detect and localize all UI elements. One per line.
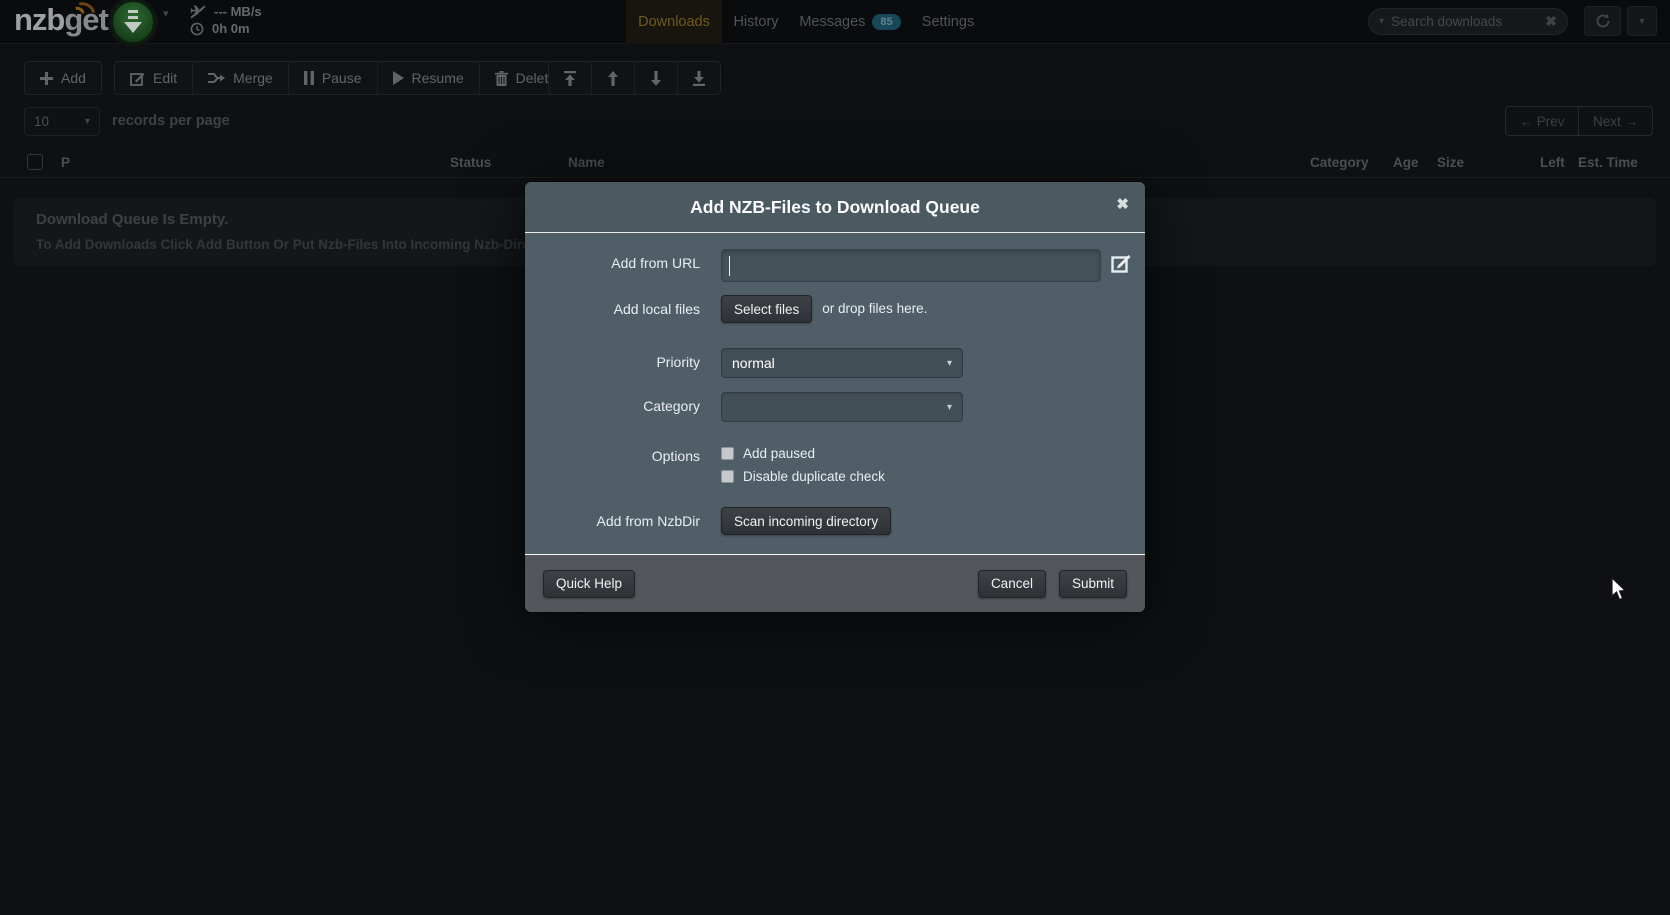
clock-icon <box>190 22 204 36</box>
column-header-category[interactable]: Category <box>1310 155 1369 170</box>
priority-label: Priority <box>525 348 700 370</box>
edit-icon <box>130 71 145 86</box>
airplane-off-icon: ✈ <box>190 4 206 19</box>
disable-duplicate-check-checkbox[interactable] <box>721 470 734 483</box>
time-left-value: 0h 0m <box>212 21 250 36</box>
edit-button[interactable]: Edit <box>115 62 193 94</box>
nzbdir-label: Add from NzbDir <box>525 507 700 529</box>
modal-header: Add NZB-Files to Download Queue ✖ <box>525 182 1145 233</box>
add-paused-label: Add paused <box>743 446 815 461</box>
plus-icon <box>40 72 53 85</box>
column-header-left[interactable]: Left <box>1540 155 1565 170</box>
options-label: Options <box>525 444 700 464</box>
records-per-page-select[interactable]: 10 ▾ <box>24 107 100 136</box>
add-paused-checkbox[interactable] <box>721 447 734 460</box>
records-per-page-label: records per page <box>112 113 230 129</box>
search-input[interactable] <box>1391 14 1538 29</box>
toolbar-group-move <box>548 61 721 95</box>
move-down-button[interactable] <box>635 62 678 94</box>
close-icon[interactable]: ✖ <box>1116 195 1129 213</box>
column-header-age[interactable]: Age <box>1393 155 1419 170</box>
disable-duplicate-check-label: Disable duplicate check <box>743 469 885 484</box>
refresh-button[interactable] <box>1584 6 1621 36</box>
merge-button[interactable]: Merge <box>193 62 289 94</box>
refresh-icon <box>1595 13 1611 29</box>
column-header-priority[interactable]: P <box>61 155 70 170</box>
merge-icon <box>208 71 225 85</box>
app-logo: nzbget <box>14 2 108 38</box>
caret-down-icon: ▾ <box>947 358 952 369</box>
column-header-est-time[interactable]: Est. Time <box>1578 155 1638 170</box>
quick-help-button[interactable]: Quick Help <box>543 570 635 598</box>
pager: ← Prev Next → <box>1505 106 1653 136</box>
speed-value: --- MB/s <box>214 4 262 19</box>
cancel-button[interactable]: Cancel <box>978 570 1046 598</box>
arrow-down-bar-icon <box>692 71 706 86</box>
status-line: ✈ --- MB/s 0h 0m <box>190 3 360 37</box>
column-header-status[interactable]: Status <box>450 155 491 170</box>
submit-button[interactable]: Submit <box>1059 570 1127 598</box>
toolbar-group-add: Add <box>24 61 102 95</box>
messages-count-badge: 85 <box>872 14 900 30</box>
download-menu-button[interactable] <box>110 0 156 45</box>
tab-history[interactable]: History <box>727 0 785 44</box>
column-header-size[interactable]: Size <box>1437 155 1464 170</box>
logo-text: nzb <box>14 2 64 37</box>
queue-table-header: P Status Name Category Age Size Left Est… <box>0 148 1670 178</box>
category-label: Category <box>525 392 700 414</box>
url-input[interactable] <box>722 250 1100 281</box>
modal-title: Add NZB-Files to Download Queue <box>690 197 980 218</box>
toolbar-group-actions: Edit Merge Pause Resume <box>114 61 572 95</box>
add-nzb-modal: Add NZB-Files to Download Queue ✖ Add fr… <box>525 182 1145 612</box>
search-box[interactable]: ▾ ✖ <box>1368 8 1568 35</box>
pause-button[interactable]: Pause <box>289 62 378 94</box>
modal-footer: Quick Help Cancel Submit <box>525 554 1145 612</box>
tab-messages[interactable]: Messages 85 <box>796 0 904 44</box>
arrow-up-icon <box>606 71 620 86</box>
search-options-caret-icon[interactable]: ▾ <box>1379 16 1384 27</box>
resume-button[interactable]: Resume <box>378 62 480 94</box>
local-files-label: Add local files <box>525 295 700 317</box>
download-arrow-icon <box>113 2 153 42</box>
trash-icon <box>495 71 508 86</box>
caret-down-icon: ▾ <box>947 402 952 413</box>
edit-url-icon[interactable] <box>1111 253 1132 274</box>
nzbget-app: nzbget ▾ ✈ --- MB/s 0h 0m <box>0 0 1670 915</box>
move-bottom-button[interactable] <box>678 62 720 94</box>
move-up-button[interactable] <box>592 62 635 94</box>
play-icon <box>393 71 404 85</box>
logo-caret-icon[interactable]: ▾ <box>163 7 169 20</box>
tab-downloads[interactable]: Downloads <box>626 0 722 44</box>
top-navbar: nzbget ▾ ✈ --- MB/s 0h 0m <box>0 0 1670 44</box>
text-cursor <box>729 256 730 276</box>
arrow-down-icon <box>649 71 663 86</box>
prev-page-button[interactable]: ← Prev <box>1506 107 1579 135</box>
next-page-button[interactable]: Next → <box>1579 107 1652 135</box>
add-button[interactable]: Add <box>25 62 101 94</box>
url-field-label: Add from URL <box>525 249 700 271</box>
search-clear-icon[interactable]: ✖ <box>1545 13 1557 30</box>
url-input-wrap <box>721 249 1101 282</box>
tab-settings[interactable]: Settings <box>916 0 980 44</box>
category-select[interactable]: ▾ <box>721 392 963 422</box>
select-files-button[interactable]: Select files <box>721 295 812 323</box>
options-group: Add paused Disable duplicate check <box>721 444 885 490</box>
refresh-interval-button[interactable]: ▾ <box>1627 6 1657 36</box>
priority-select[interactable]: normal ▾ <box>721 348 963 378</box>
caret-down-icon: ▾ <box>1639 16 1644 27</box>
pause-icon <box>304 71 314 85</box>
scan-incoming-directory-button[interactable]: Scan incoming directory <box>721 507 891 535</box>
caret-down-icon: ▾ <box>85 116 90 127</box>
column-header-name[interactable]: Name <box>568 155 605 170</box>
modal-body: Add from URL Add local files Select file… <box>525 233 1145 535</box>
move-top-button[interactable] <box>549 62 592 94</box>
select-all-checkbox[interactable] <box>27 154 43 170</box>
arrow-up-bar-icon <box>563 71 577 86</box>
drop-files-hint: or drop files here. <box>822 295 927 316</box>
mouse-cursor <box>1604 576 1628 602</box>
